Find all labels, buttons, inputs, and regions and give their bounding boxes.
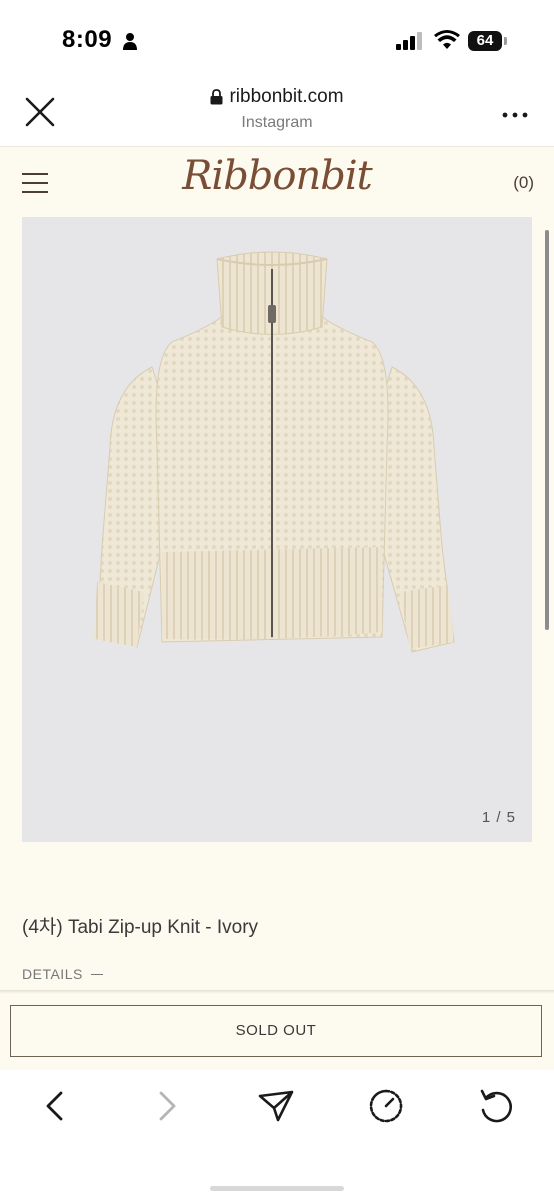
back-icon[interactable] <box>36 1086 76 1126</box>
details-toggle[interactable]: DETAILS <box>22 966 103 982</box>
more-icon[interactable] <box>500 110 530 120</box>
status-time: 8:09 <box>62 26 113 53</box>
home-indicator[interactable] <box>210 1186 344 1191</box>
signal-icon <box>396 32 422 50</box>
url-line: ribbonbit.com <box>210 86 344 108</box>
status-bar: 8:09 64 <box>0 0 554 76</box>
source-label: Instagram <box>241 114 313 131</box>
battery-icon: 64 <box>468 31 508 51</box>
url-domain: ribbonbit.com <box>229 86 344 107</box>
battery-level: 64 <box>468 31 502 51</box>
forward-icon[interactable] <box>146 1086 186 1126</box>
collapse-icon <box>90 973 103 975</box>
product-photo <box>94 251 455 653</box>
timer-icon[interactable] <box>366 1086 406 1126</box>
details-label: DETAILS <box>22 966 83 982</box>
image-counter: 1 / 5 <box>481 809 516 826</box>
page: 8:09 64 ribbonbit.com Instagram Ribbonbi… <box>0 0 554 1200</box>
reload-icon[interactable] <box>476 1086 516 1126</box>
lock-icon <box>210 89 223 105</box>
scroll-indicator[interactable] <box>545 230 549 630</box>
site-header: Ribbonbit (0) <box>0 147 554 217</box>
product-image[interactable]: 1 / 5 <box>22 217 532 842</box>
share-icon[interactable] <box>256 1086 296 1126</box>
site-logo[interactable]: Ribbonbit <box>0 153 554 199</box>
product-title: (4차) Tabi Zip-up Knit - Ivory <box>22 917 259 938</box>
bottom-divider <box>0 990 554 994</box>
browser-header: ribbonbit.com Instagram <box>0 76 554 147</box>
battery-cap <box>504 37 507 45</box>
person-icon <box>123 33 137 50</box>
cart-count[interactable]: (0) <box>513 173 534 193</box>
sold-out-button[interactable]: SOLD OUT <box>10 1005 542 1057</box>
browser-toolbar <box>0 1070 554 1200</box>
url-bar[interactable]: ribbonbit.com Instagram <box>0 86 554 132</box>
wifi-icon <box>434 30 460 49</box>
